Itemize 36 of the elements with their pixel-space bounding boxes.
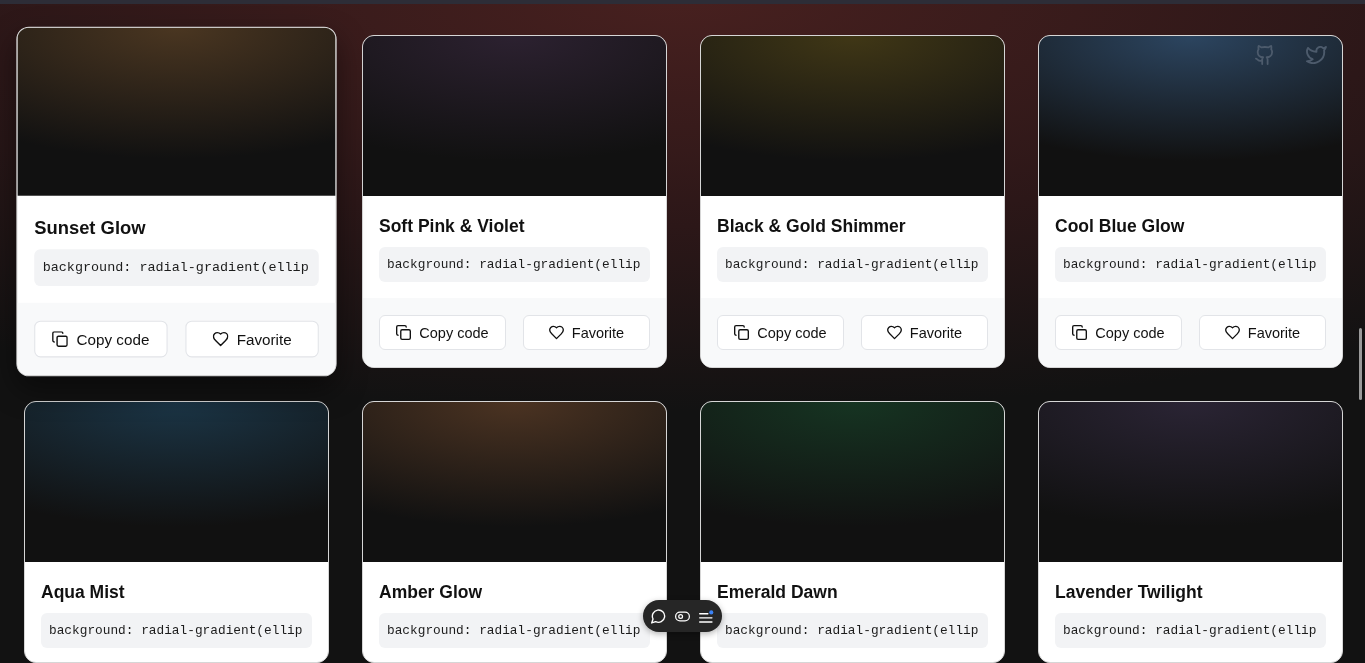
- code-snippet: background: radial-gradient(ellip: [717, 613, 988, 648]
- copy-icon: [734, 325, 750, 340]
- card-title: Aqua Mist: [41, 581, 126, 603]
- heart-icon: [212, 331, 229, 347]
- heart-icon: [548, 325, 564, 340]
- menu-icon[interactable]: [699, 608, 714, 624]
- card-title: Emerald Dawn: [717, 581, 839, 603]
- card-title: Lavender Twilight: [1055, 581, 1204, 603]
- favorite-button[interactable]: Favorite: [861, 315, 988, 350]
- toggle-icon[interactable]: [675, 608, 690, 624]
- scrollbar-thumb[interactable]: [1359, 328, 1362, 400]
- card-title: Soft Pink & Violet: [379, 215, 526, 237]
- code-snippet: background: radial-gradient(ellip: [34, 249, 319, 286]
- favorite-button[interactable]: Favorite: [1199, 315, 1326, 350]
- card-title: Sunset Glow: [34, 215, 147, 239]
- card-title: Amber Glow: [379, 581, 484, 603]
- chat-bubble-icon[interactable]: [651, 608, 666, 624]
- copy-icon: [396, 325, 412, 340]
- copy-code-button[interactable]: Copy code: [717, 315, 844, 350]
- favorite-button[interactable]: Favorite: [185, 320, 319, 358]
- copy-icon: [52, 331, 69, 347]
- card-title: Black & Gold Shimmer: [717, 215, 907, 237]
- favorite-button[interactable]: Favorite: [523, 315, 650, 350]
- code-snippet: background: radial-gradient(ellip: [379, 613, 650, 648]
- copy-code-button[interactable]: Copy code: [379, 315, 506, 350]
- copy-code-button[interactable]: Copy code: [1055, 315, 1182, 350]
- code-snippet: background: radial-gradient(ellip: [1055, 247, 1326, 282]
- copy-code-button[interactable]: Copy code: [34, 320, 168, 358]
- code-snippet: background: radial-gradient(ellip: [379, 247, 650, 282]
- heart-icon: [886, 325, 902, 340]
- code-snippet: background: radial-gradient(ellip: [41, 613, 312, 648]
- code-snippet: background: radial-gradient(ellip: [717, 247, 988, 282]
- card-title: Cool Blue Glow: [1055, 215, 1186, 237]
- copy-icon: [1072, 325, 1088, 340]
- code-snippet: background: radial-gradient(ellip: [1055, 613, 1326, 648]
- heart-icon: [1224, 325, 1240, 340]
